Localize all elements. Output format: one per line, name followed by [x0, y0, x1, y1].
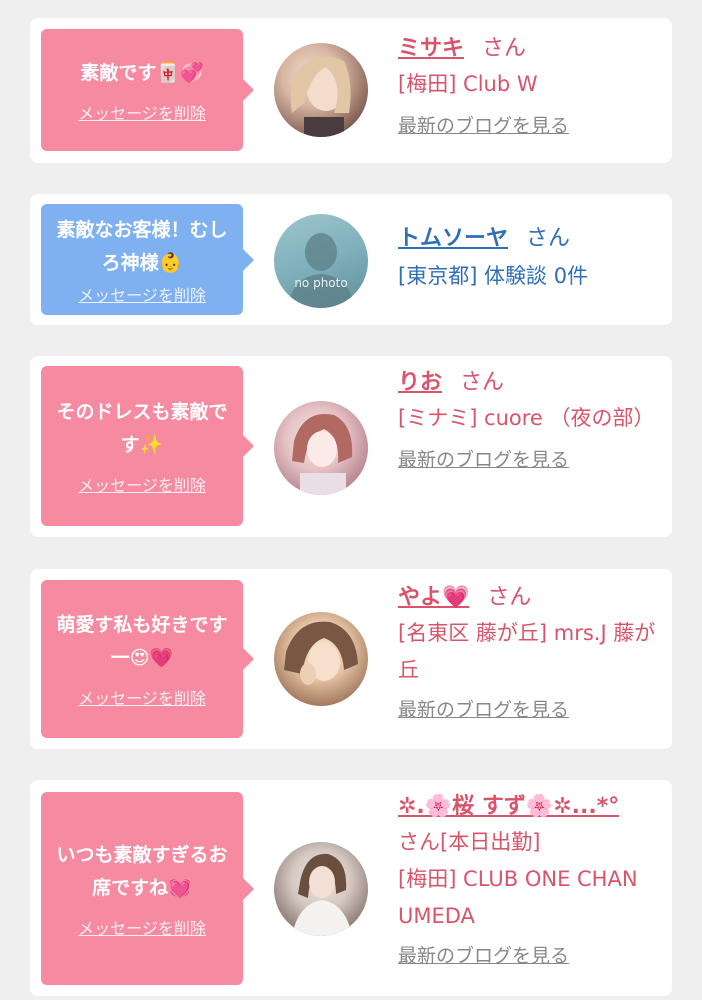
status-text: さん[本日出勤]	[398, 830, 541, 854]
profile-info: ✲.🌸桜 すず🌸✲...*° さん[本日出勤] [梅田] CLUB ONE CH…	[398, 790, 668, 968]
message-card: いつも素敵すぎるお席ですね💓 メッセージを削除 ✲.🌸桜 すず🌸✲...*° さ…	[30, 780, 672, 996]
message-card: 素敵なお客様！むしろ神様👶 メッセージを削除 no photo トムソーヤ さん …	[30, 194, 672, 325]
message-text: いつも素敵すぎるお席ですね💓	[56, 843, 228, 899]
avatar[interactable]	[274, 612, 368, 706]
profile-info: トムソーヤ さん [東京都] 体験談 0件	[398, 222, 660, 295]
shop-text: [梅田] CLUB ONE CHAN UMEDA	[398, 867, 638, 928]
message-bubble: 萌愛す私も好きです一😍💗 メッセージを削除	[41, 580, 254, 738]
latest-blog-link[interactable]: 最新のブログを見る	[398, 111, 569, 138]
delete-message-link[interactable]: メッセージを削除	[78, 685, 206, 709]
svg-text:no photo: no photo	[294, 276, 347, 290]
avatar-photo	[284, 621, 358, 685]
delete-message-link[interactable]: メッセージを削除	[78, 100, 206, 124]
profile-name-link[interactable]: ミサキ	[398, 36, 464, 61]
name-line: やよ💗 さん	[398, 581, 660, 615]
name-line: りお さん	[398, 366, 660, 400]
avatar-photo	[290, 56, 351, 137]
profile-name-link[interactable]: やよ💗	[398, 585, 469, 610]
message-card: 萌愛す私も好きです一😍💗 メッセージを削除 やよ💗 さん [名東区 藤が丘] mr…	[30, 569, 672, 749]
message-text: 素敵です🀄💞	[80, 61, 204, 84]
name-line: ✲.🌸桜 すず🌸✲...*°	[398, 790, 668, 824]
delete-message-link[interactable]: メッセージを削除	[78, 915, 206, 939]
shop-text: [東京都] 体験談 0件	[398, 264, 589, 288]
avatar[interactable]	[274, 43, 368, 137]
message-bubble: 素敵です🀄💞 メッセージを削除	[41, 29, 254, 151]
name-line: トムソーヤ さん	[398, 222, 660, 256]
message-card: 素敵です🀄💞 メッセージを削除 ミサキ さん [梅田] Club W 最新のブログ…	[30, 18, 672, 163]
message-text: そのドレスも素敵です✨	[56, 401, 228, 456]
message-bubble: 素敵なお客様！むしろ神様👶 メッセージを削除	[41, 204, 254, 315]
name-line: ミサキ さん	[398, 32, 660, 66]
profile-info: りお さん [ミナミ] cuore （夜の部） 最新のブログを見る	[398, 366, 660, 472]
delete-message-link[interactable]: メッセージを削除	[78, 472, 206, 496]
profile-info: やよ💗 さん [名東区 藤が丘] mrs.J 藤が丘 最新のブログを見る	[398, 581, 660, 722]
shop-text: [名東区 藤が丘] mrs.J 藤が丘	[398, 621, 656, 682]
profile-name-link[interactable]: トムソーヤ	[398, 226, 508, 251]
avatar-photo	[292, 414, 353, 495]
message-bubble: そのドレスも素敵です✨ メッセージを削除	[41, 366, 254, 526]
honorific: さん	[460, 370, 505, 395]
profile-info: ミサキ さん [梅田] Club W 最新のブログを見る	[398, 32, 660, 138]
no-photo-silhouette: no photo	[288, 233, 354, 308]
profile-name-link[interactable]: ✲.🌸桜 すず🌸✲...*°	[398, 794, 619, 819]
honorific: さん	[482, 36, 527, 61]
message-bubble: いつも素敵すぎるお席ですね💓 メッセージを削除	[41, 792, 254, 985]
profile-name-link[interactable]: りお	[398, 370, 442, 395]
delete-message-link[interactable]: メッセージを削除	[78, 282, 206, 306]
message-text: 素敵なお客様！むしろ神様👶	[56, 218, 228, 274]
message-card: そのドレスも素敵です✨ メッセージを削除 りお さん [ミナミ] cuore （夜…	[30, 356, 672, 537]
avatar[interactable]	[274, 842, 368, 936]
avatar[interactable]	[274, 401, 368, 495]
latest-blog-link[interactable]: 最新のブログを見る	[398, 695, 569, 722]
shop-text: [梅田] Club W	[398, 72, 538, 96]
honorific: さん	[526, 226, 571, 251]
avatar-photo	[292, 853, 352, 936]
message-text: 萌愛す私も好きです一😍💗	[56, 614, 228, 669]
latest-blog-link[interactable]: 最新のブログを見る	[398, 941, 569, 968]
avatar[interactable]: no photo	[274, 214, 368, 308]
honorific: さん	[487, 585, 532, 610]
shop-text: [ミナミ] cuore （夜の部）	[398, 406, 655, 430]
latest-blog-link[interactable]: 最新のブログを見る	[398, 445, 569, 472]
